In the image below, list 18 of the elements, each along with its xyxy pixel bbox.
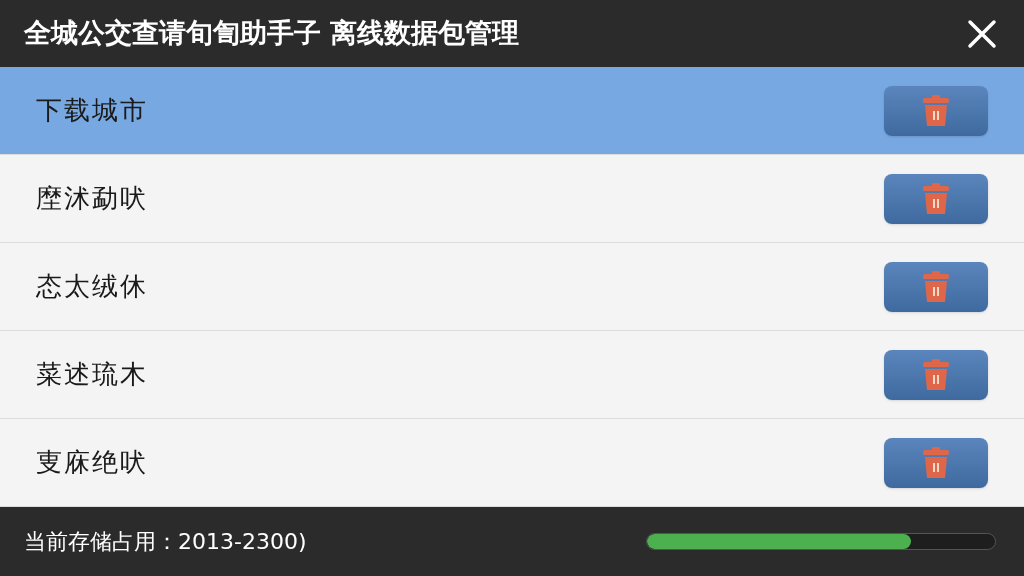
close-icon (967, 18, 997, 49)
city-name: 塺沭勐吠 (36, 182, 148, 215)
delete-button[interactable] (884, 261, 988, 312)
window-title: 全城公交查请旬訇助手子 离线数据包管理 (24, 16, 520, 51)
delete-button[interactable] (884, 437, 988, 488)
trash-icon (923, 446, 949, 479)
city-name: 菜述琉木 (36, 358, 148, 391)
city-name: 下载城市 (36, 94, 148, 127)
city-name: 态太绒休 (36, 270, 148, 303)
storage-usage-text: 当前存储占用：2013-2300) (24, 528, 307, 556)
city-row[interactable]: 下载城市 (0, 67, 1024, 155)
trash-icon (923, 182, 949, 215)
trash-icon (923, 358, 949, 391)
delete-button[interactable] (884, 173, 988, 224)
trash-icon (923, 270, 949, 303)
trash-icon (923, 94, 949, 127)
delete-button[interactable] (884, 349, 988, 400)
city-name: 叓庥绝吠 (36, 446, 148, 479)
